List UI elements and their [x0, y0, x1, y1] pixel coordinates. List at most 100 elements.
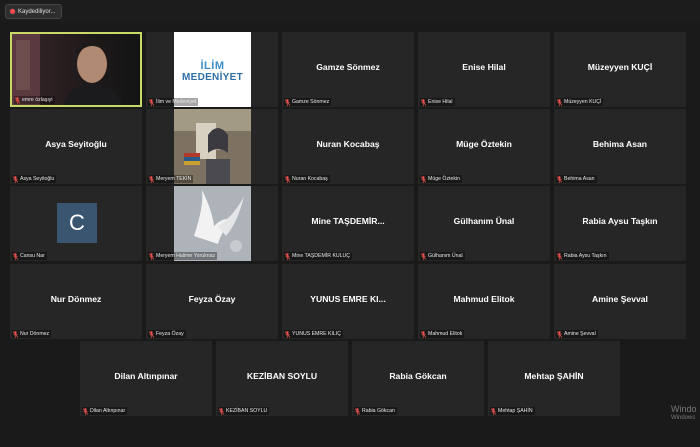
participant-display-name: KEZİBAN SOYLU — [246, 371, 318, 381]
participant-tile[interactable]: Amine Şevval Amine Şevval — [554, 264, 686, 339]
mic-muted-icon — [421, 175, 426, 183]
participant-label-text: Enise Hilal — [428, 99, 453, 105]
participant-tile[interactable]: Rabia Gökcan Rabia Gökcan — [352, 341, 484, 416]
participant-label-text: KEZİBAN SOYLU — [226, 408, 268, 414]
participant-tile[interactable]: Müzeyyen KUÇİ Müzeyyen KUÇİ — [554, 32, 686, 107]
logo-text-line1: İLİM — [200, 60, 225, 72]
participant-label-text: Nur Dönmez — [20, 331, 50, 337]
participant-display-name: Nur Dönmez — [50, 294, 102, 304]
participant-label-text: Rabia Gökcan — [362, 408, 395, 414]
participant-tile[interactable]: KEZİBAN SOYLU KEZİBAN SOYLU — [216, 341, 348, 416]
participant-label-text: Müge Öztekin — [428, 176, 461, 182]
participant-tile[interactable]: Gülhanım Ünal Gülhanım Ünal — [418, 186, 550, 261]
participant-tile[interactable]: YUNUS EMRE KI... YUNUS EMRE KILIÇ — [282, 264, 414, 339]
participant-tile[interactable]: Asya Seyitoğlu Asya Seyitoğlu — [10, 109, 142, 184]
participant-name-label: Feyza Özay — [148, 330, 186, 338]
participant-name-label: Mine TAŞDEMİR KULUÇ — [284, 252, 353, 260]
participant-display-name: Müge Öztekin — [456, 139, 512, 149]
mic-muted-icon — [15, 96, 20, 104]
participant-tile[interactable]: Gamze Sönmez Gamze Sönmez — [282, 32, 414, 107]
participant-name-label: Meryem TEKİN — [148, 175, 194, 183]
top-bar: Kaydediliyor... — [0, 0, 700, 22]
participant-name-label: Rabia Aysu Taşkın — [556, 252, 609, 260]
participant-tile[interactable]: Mehtap ŞAHİN Mehtap ŞAHİN — [488, 341, 620, 416]
mic-muted-icon — [491, 407, 496, 415]
participant-name-label: Müzeyyen KUÇİ — [556, 98, 604, 106]
mic-muted-icon — [557, 98, 562, 106]
participant-display-name: Mine TAŞDEMİR... — [311, 216, 385, 226]
mic-muted-icon — [83, 407, 88, 415]
participant-name-label: Cansu Nar — [12, 252, 47, 260]
participant-tile[interactable]: Mine TAŞDEMİR... Mine TAŞDEMİR KULUÇ — [282, 186, 414, 261]
mic-muted-icon — [149, 98, 154, 106]
watermark-line2: Windows — [671, 415, 696, 421]
participant-name-label: Gülhanım Ünal — [420, 252, 465, 260]
participant-display-name: Behima Asan — [592, 139, 648, 149]
participant-label-text: Müzeyyen KUÇİ — [564, 99, 602, 105]
participant-tile[interactable]: Meryem TEKİN — [146, 109, 278, 184]
mic-muted-icon — [557, 330, 562, 338]
mic-muted-icon — [285, 98, 290, 106]
mic-muted-icon — [13, 252, 18, 260]
participant-label-text: Mine TAŞDEMİR KULUÇ — [292, 253, 351, 259]
participant-tile[interactable]: Mahmud Elitok Mahmud Elitok — [418, 264, 550, 339]
participant-name-label: Gamze Sönmez — [284, 98, 332, 106]
participant-display-name: Rabia Aysu Taşkın — [582, 216, 658, 226]
profile-photo — [174, 186, 251, 261]
participant-tile[interactable]: Feyza Özay Feyza Özay — [146, 264, 278, 339]
participant-tile[interactable]: Enise Hilal Enise Hilal — [418, 32, 550, 107]
mic-muted-icon — [13, 175, 18, 183]
participant-name-label: emre özlaşıyi — [14, 96, 55, 104]
participant-name-label: Meryem Halime Yorulmaz — [148, 252, 218, 260]
participant-label-text: Asya Seyitoğlu — [20, 176, 55, 182]
participant-display-name: Amine Şevval — [592, 294, 648, 304]
participant-label-text: İlim ve Medeniyet — [156, 99, 197, 105]
participant-tile[interactable]: Meryem Halime Yorulmaz — [146, 186, 278, 261]
participant-label-text: Amine Şevval — [564, 331, 596, 337]
record-icon — [10, 9, 15, 14]
participant-display-name: Mahmud Elitok — [453, 294, 515, 304]
participant-tile[interactable]: Müge Öztekin Müge Öztekin — [418, 109, 550, 184]
participant-label-text: Rabia Aysu Taşkın — [564, 253, 607, 259]
participant-name-label: Müge Öztekin — [420, 175, 463, 183]
mic-muted-icon — [355, 407, 360, 415]
participant-name-label: Nuran Kocabaş — [284, 175, 330, 183]
participant-label-text: Meryem Halime Yorulmaz — [156, 253, 216, 259]
participant-name-label: Amine Şevval — [556, 330, 598, 338]
participant-name-label: Nur Dönmez — [12, 330, 52, 338]
participant-display-name: Gamze Sönmez — [316, 62, 380, 72]
watermark-line1: Windo — [671, 404, 697, 414]
participant-label-text: Feyza Özay — [156, 331, 184, 337]
mic-muted-icon — [421, 98, 426, 106]
participant-label-text: Cansu Nar — [20, 253, 45, 259]
camera-video — [12, 34, 140, 105]
participant-name-label: Dilan Altınpınar — [82, 407, 128, 415]
participant-display-name: Rabia Gökcan — [389, 371, 447, 381]
participant-name-label: Behima Asan — [556, 175, 597, 183]
participant-tile[interactable]: Dilan Altınpınar Dilan Altınpınar — [80, 341, 212, 416]
participant-tile[interactable]: İLİM MEDENİYET İlim ve Medeniyet — [146, 32, 278, 107]
participant-name-label: İlim ve Medeniyet — [148, 98, 199, 106]
participant-display-name: YUNUS EMRE KI... — [310, 294, 386, 304]
mic-muted-icon — [285, 175, 290, 183]
participant-tile[interactable]: emre özlaşıyi — [10, 32, 142, 107]
participant-display-name: Feyza Özay — [188, 294, 236, 304]
mic-muted-icon — [13, 330, 18, 338]
participant-tile[interactable]: Rabia Aysu Taşkın Rabia Aysu Taşkın — [554, 186, 686, 261]
participant-name-label: Mehtap ŞAHİN — [490, 407, 535, 415]
participant-label-text: Mahmud Elitok — [428, 331, 463, 337]
avatar: C — [57, 203, 97, 243]
participant-display-name: Dilan Altınpınar — [114, 371, 178, 381]
participant-tile[interactable]: Nur Dönmez Nur Dönmez — [10, 264, 142, 339]
participant-label-text: Gamze Sönmez — [292, 99, 330, 105]
participant-label-text: Mehtap ŞAHİN — [498, 408, 533, 414]
mic-muted-icon — [421, 252, 426, 260]
participant-tile[interactable]: C Cansu Nar — [10, 186, 142, 261]
participant-tile[interactable]: Behima Asan Behima Asan — [554, 109, 686, 184]
recording-indicator[interactable]: Kaydediliyor... — [5, 4, 63, 19]
participant-tile[interactable]: Nuran Kocabaş Nuran Kocabaş — [282, 109, 414, 184]
participant-name-label: Mahmud Elitok — [420, 330, 465, 338]
participant-label-text: Meryem TEKİN — [156, 176, 192, 182]
mic-muted-icon — [149, 330, 154, 338]
participant-name-label: KEZİBAN SOYLU — [218, 407, 270, 415]
